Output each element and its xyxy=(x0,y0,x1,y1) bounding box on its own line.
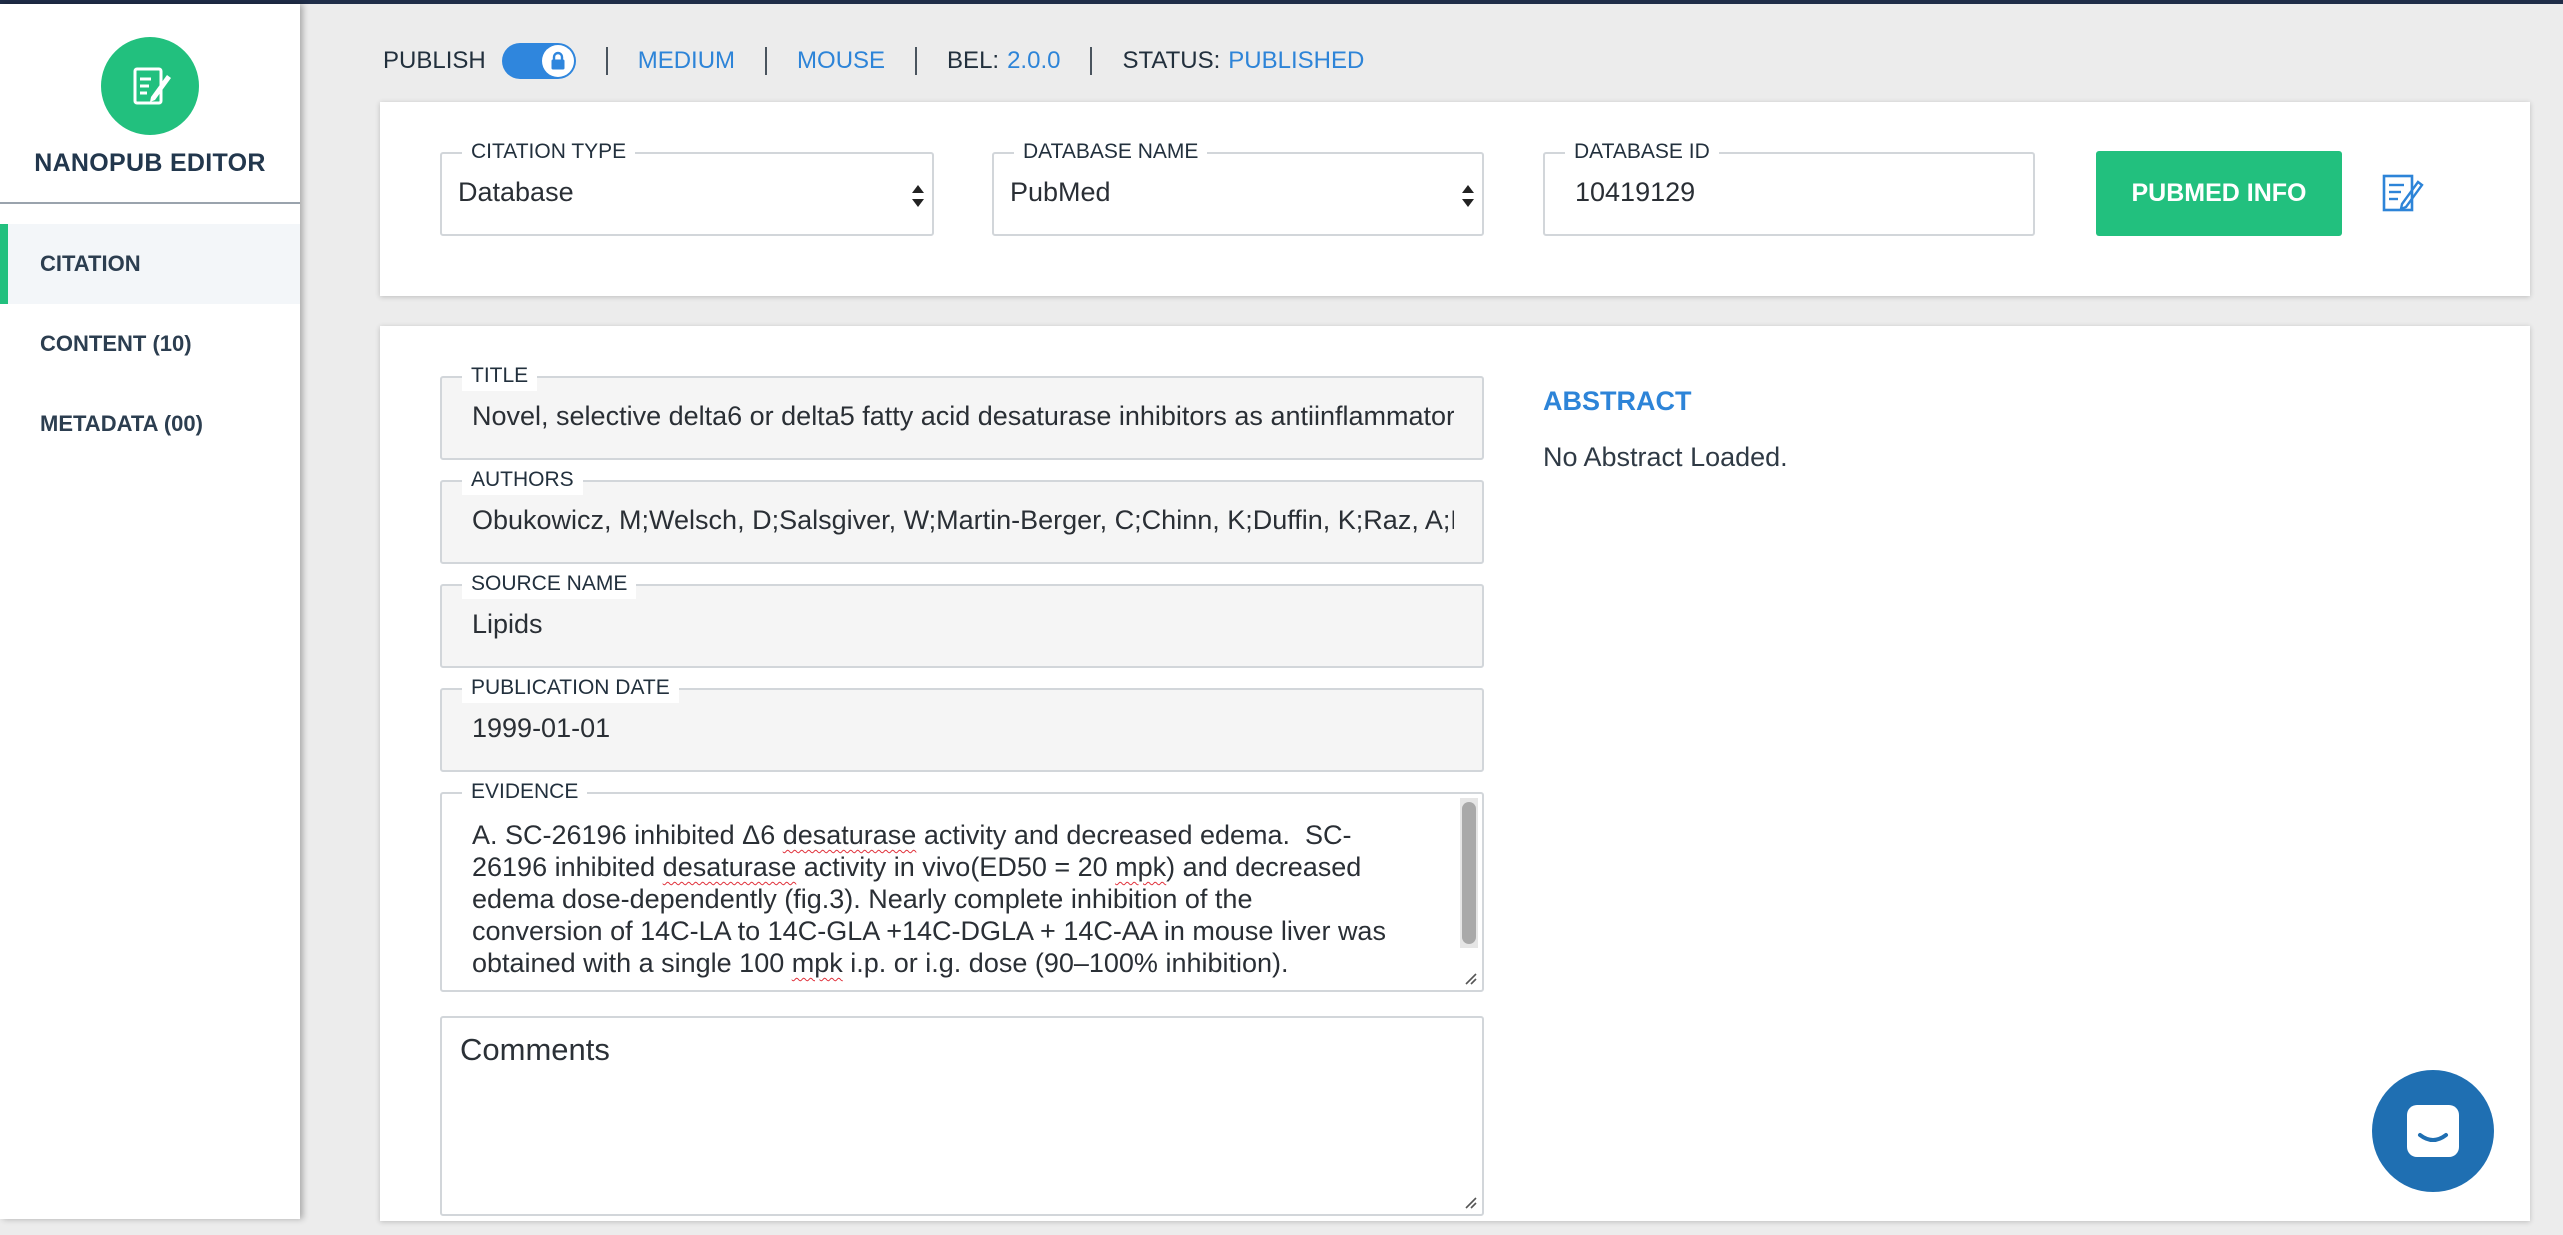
publication-date-value: 1999-01-01 xyxy=(472,713,611,743)
lock-icon xyxy=(541,45,574,77)
evidence-text-part: i.p. or i.g. dose (90–100% inhibition). xyxy=(842,948,1289,978)
citation-type-value: Database xyxy=(458,177,574,207)
status-label: STATUS: xyxy=(1122,47,1221,74)
citation-type-label: CITATION TYPE xyxy=(462,137,636,167)
chat-icon[interactable] xyxy=(2372,1070,2494,1192)
title-label: TITLE xyxy=(462,361,538,391)
publish-label: PUBLISH xyxy=(383,47,486,74)
status-bar: PUBLISH MEDIUM MOUSE BEL: 2.0.0 STATUS: … xyxy=(383,38,1364,84)
publication-date-field[interactable]: PUBLICATION DATE 1999-01-01 xyxy=(440,673,1484,772)
evidence-text-part: ) and decreased xyxy=(1166,852,1362,882)
publication-date-label: PUBLICATION DATE xyxy=(462,673,679,703)
database-id-label: DATABASE ID xyxy=(1565,137,1719,167)
title-value: Novel, selective delta6 or delta5 fatty … xyxy=(472,401,1454,431)
source-name-field[interactable]: SOURCE NAME Lipids xyxy=(440,569,1484,668)
source-name-value: Lipids xyxy=(472,609,543,639)
mouse-link[interactable]: MOUSE xyxy=(797,47,885,75)
publish-toggle[interactable] xyxy=(501,43,576,79)
brand-name: NANOPUB EDITOR xyxy=(34,149,266,177)
misspelled-word: mpk xyxy=(1115,852,1167,882)
divider xyxy=(1090,47,1093,75)
evidence-scrollbar[interactable] xyxy=(1460,798,1478,948)
evidence-text-part: A. SC-26196 inhibited Δ6 xyxy=(472,820,783,850)
database-name-select[interactable]: DATABASE NAME PubMed xyxy=(992,137,1484,236)
database-id-value: 10419129 xyxy=(1575,177,1696,207)
database-name-value: PubMed xyxy=(1010,177,1111,207)
edit-document-icon[interactable] xyxy=(101,37,199,135)
pubmed-info-button[interactable]: PUBMED INFO xyxy=(2096,151,2342,236)
abstract-title: ABSTRACT xyxy=(1543,386,1692,416)
select-arrows-icon xyxy=(912,185,924,207)
evidence-label: EVIDENCE xyxy=(462,777,588,807)
top-accent-line xyxy=(0,0,2563,4)
resize-handle-icon[interactable] xyxy=(1462,1194,1478,1210)
resize-handle-icon[interactable] xyxy=(1462,970,1478,986)
authors-value: Obukowicz, M;Welsch, D;Salsgiver, W;Mart… xyxy=(472,505,1454,535)
evidence-text-part: activity and decreased edema. SC- xyxy=(916,820,1352,850)
evidence-text-part: obtained with a single 100 xyxy=(472,948,792,978)
sidebar-item-citation[interactable]: CITATION xyxy=(0,224,300,304)
sidebar-nav: CITATION CONTENT (10) METADATA (00) xyxy=(0,224,300,464)
status-value: PUBLISHED xyxy=(1228,47,1365,74)
divider xyxy=(915,47,918,75)
evidence-text-part: 26196 inhibited xyxy=(472,852,663,882)
evidence-text-part: activity in vivo(ED50 = 20 xyxy=(796,852,1116,882)
evidence-textarea[interactable]: EVIDENCE A. SC-26196 inhibited Δ6 desatu… xyxy=(440,777,1484,992)
edit-note-icon[interactable] xyxy=(2380,170,2424,214)
sidebar-item-content[interactable]: CONTENT (10) xyxy=(0,304,300,384)
comments-textarea[interactable]: Comments xyxy=(440,1016,1484,1216)
misspelled-word: desaturase xyxy=(662,852,797,882)
database-name-label: DATABASE NAME xyxy=(1014,137,1208,167)
database-id-field[interactable]: DATABASE ID 10419129 xyxy=(1543,137,2035,236)
bel-version: 2.0.0 xyxy=(1007,47,1061,74)
sidebar-item-metadata[interactable]: METADATA (00) xyxy=(0,384,300,464)
citation-type-select[interactable]: CITATION TYPE Database xyxy=(440,137,934,236)
authors-label: AUTHORS xyxy=(462,465,583,495)
title-field[interactable]: TITLE Novel, selective delta6 or delta5 … xyxy=(440,361,1484,460)
divider xyxy=(605,47,608,75)
abstract-body: No Abstract Loaded. xyxy=(1543,442,1788,472)
sidebar: NANOPUB EDITOR CITATION CONTENT (10) MET… xyxy=(0,4,300,1219)
evidence-text: A. SC-26196 inhibited Δ6 desaturase acti… xyxy=(472,819,1442,979)
misspelled-word: mpk xyxy=(791,948,843,978)
source-name-label: SOURCE NAME xyxy=(462,569,637,599)
scrollbar-thumb[interactable] xyxy=(1462,802,1476,944)
evidence-text-part: edema dose-dependently (fig.3). Nearly c… xyxy=(472,884,1253,914)
medium-link[interactable]: MEDIUM xyxy=(638,47,735,75)
evidence-text-part: conversion of 14C-LA to 14C-GLA +14C-DGL… xyxy=(472,916,1386,946)
select-arrows-icon xyxy=(1462,185,1474,207)
authors-field[interactable]: AUTHORS Obukowicz, M;Welsch, D;Salsgiver… xyxy=(440,465,1484,564)
comments-placeholder: Comments xyxy=(460,1032,610,1067)
misspelled-word: desaturase xyxy=(782,820,917,850)
brand: NANOPUB EDITOR xyxy=(0,4,300,204)
bel-label: BEL: xyxy=(947,47,1000,74)
divider xyxy=(765,47,768,75)
